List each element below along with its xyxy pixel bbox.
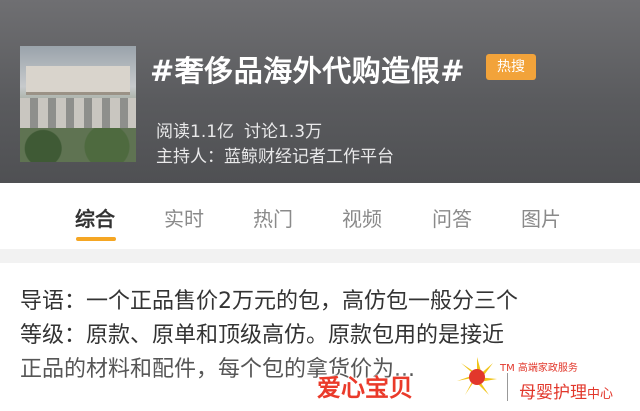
topic-thumbnail-image [20, 46, 136, 162]
guide-line-2: 等级：原款、原单和顶级高仿。原款包用的是接近 [20, 323, 505, 348]
discussion-count: 讨论1.3万 [244, 122, 323, 142]
tab-qa[interactable]: 问答 [432, 203, 472, 232]
watermark-logo-icon [457, 357, 497, 395]
topic-stats: 阅读1.1亿 讨论1.3万 [156, 117, 322, 142]
tab-hot[interactable]: 热门 [253, 203, 293, 232]
building-sign-graphic [26, 66, 130, 95]
watermark-sub-text: 母婴护理中心 [519, 378, 613, 403]
topic-host: 主持人：蓝鲸财经记者工作平台 [156, 147, 394, 167]
watermark-sub-suffix: 中心 [587, 387, 614, 402]
tab-video[interactable]: 视频 [342, 203, 382, 232]
watermark-brand-text: 爱心宝贝 [317, 374, 413, 402]
section-divider [0, 249, 640, 263]
active-tab-indicator [76, 237, 116, 241]
tab-images[interactable]: 图片 [521, 203, 561, 232]
hot-search-badge: 热搜 [486, 54, 536, 80]
watermark-sub-main: 母婴护理 [519, 383, 587, 403]
tab-realtime[interactable]: 实时 [164, 203, 204, 232]
topic-title: #奢侈品海外代购造假# [150, 54, 466, 88]
guide-line-1: 导语：一个正品售价2万元的包，高仿包一般分三个 [20, 289, 518, 314]
tab-comprehensive[interactable]: 综合 [75, 203, 115, 232]
watermark-service-text: TM 高端家政服务 [500, 363, 578, 374]
watermark-separator [507, 373, 508, 401]
tab-bar: 综合 实时 热门 视频 问答 图片 [0, 183, 640, 247]
topic-header: #奢侈品海外代购造假# 热搜 阅读1.1亿 讨论1.3万 主持人：蓝鲸财经记者工作… [0, 0, 640, 183]
trees-graphic [20, 128, 136, 162]
read-count: 阅读1.1亿 [156, 122, 235, 142]
